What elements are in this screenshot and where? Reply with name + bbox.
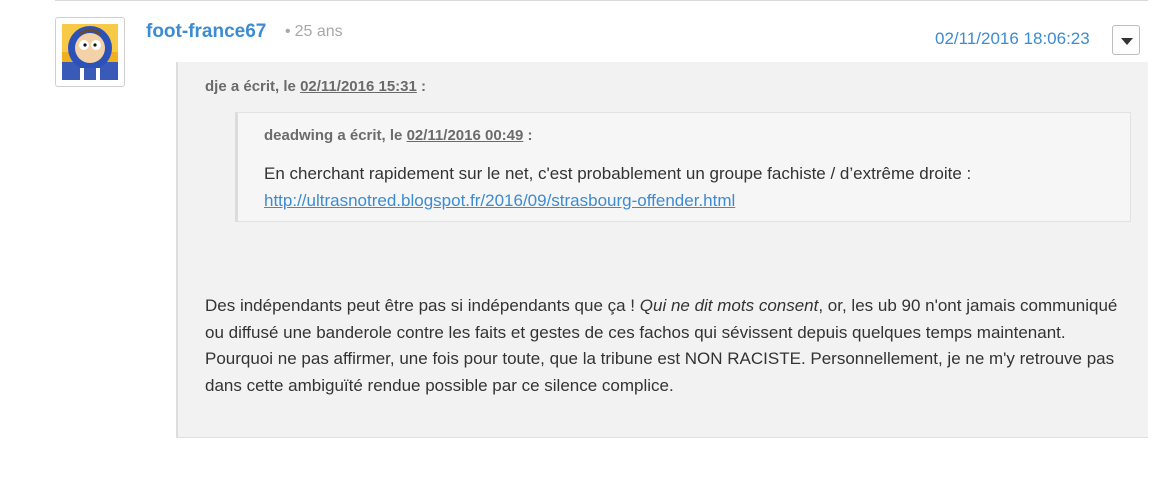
quote-colon-inner: : [527,127,533,144]
quote-colon-outer: : [421,78,427,95]
quote-date-link-inner[interactable]: 02/11/2016 00:49 [407,127,524,144]
message-part-1: Des indépendants peut être pas si indépe… [205,296,640,315]
message-italic: Qui ne dit mots consent [639,296,819,315]
avatar[interactable] [55,17,125,87]
chevron-down-icon [1121,38,1133,45]
quote-header-inner: deadwing a écrit, le 02/11/2016 00:49 : [264,127,533,144]
age-separator: • [285,23,291,40]
author-age: • 25 ans [285,23,343,41]
quote-link-inner[interactable]: http://ultrasnotred.blogspot.fr/2016/09/… [264,191,735,211]
quote-author-inner: deadwing a écrit, le [264,127,403,144]
quote-block-outer: dje a écrit, le 02/11/2016 15:31 : deadw… [176,62,1148,438]
quote-text-inner: En cherchant rapidement sur le net, c'es… [264,164,972,183]
author-name[interactable]: foot-france67 [146,21,266,43]
top-divider [55,0,1148,1]
post-datetime[interactable]: 02/11/2016 18:06:23 [935,29,1090,49]
quote-header-outer: dje a écrit, le 02/11/2016 15:31 : [205,78,426,95]
quote-author-outer: dje a écrit, le [205,78,296,95]
quote-block-inner: deadwing a écrit, le 02/11/2016 00:49 : … [235,112,1131,222]
cartoon-avatar-icon [62,24,118,80]
message-body: Des indépendants peut être pas si indépe… [205,293,1135,399]
quote-date-link-outer[interactable]: 02/11/2016 15:31 [300,78,417,95]
post-menu-button[interactable] [1112,25,1140,55]
age-text: 25 ans [294,23,343,40]
